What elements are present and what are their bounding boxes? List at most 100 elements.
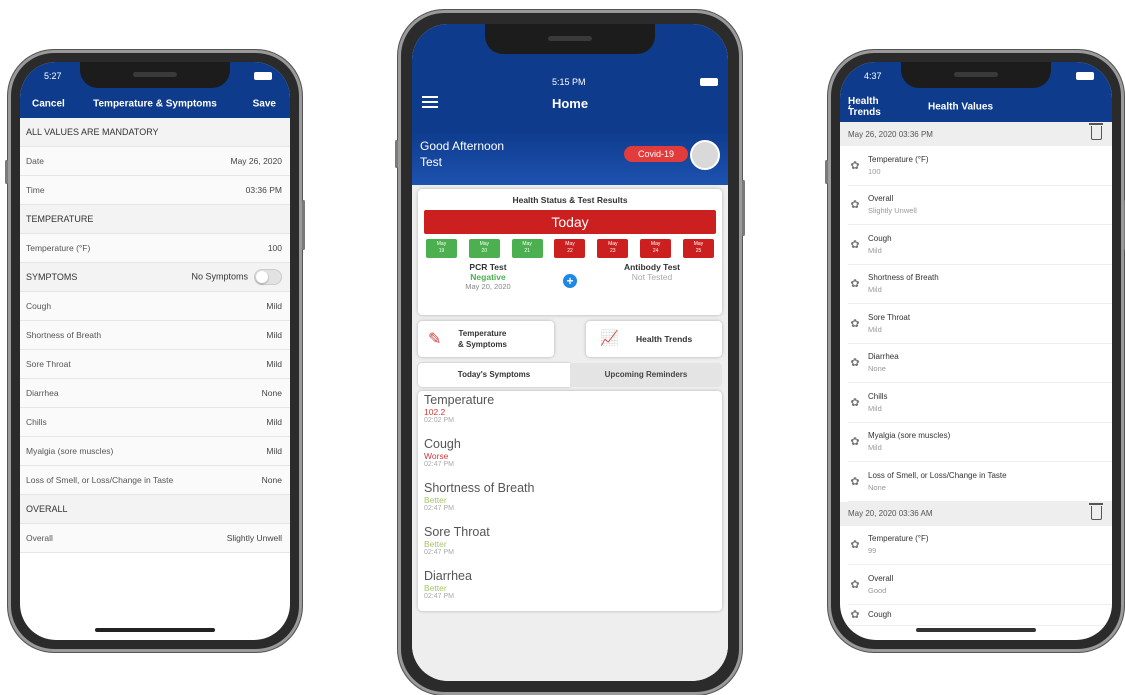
- screen: 5:27 Cancel Temperature & Symptoms Save …: [20, 62, 290, 640]
- list-item[interactable]: Temperature 102.2 02:02 PM: [424, 391, 722, 437]
- symptom-row[interactable]: Loss of Smell, or Loss/Change in Taste No…: [20, 466, 290, 495]
- battery-icon: [254, 72, 272, 80]
- battery-icon: [700, 78, 718, 86]
- list-item[interactable]: ✿ Chills Mild: [848, 383, 1112, 423]
- volume-button: [5, 160, 8, 184]
- tab-upcoming-reminders[interactable]: Upcoming Reminders: [570, 363, 722, 387]
- battery-icon: [1076, 72, 1094, 80]
- list-item[interactable]: Cough Worse 02:47 PM: [424, 437, 722, 481]
- temperature-section: TEMPERATURE: [20, 205, 290, 234]
- values-list: May 26, 2020 03:36 PM ✿ Temperature (°F) 1…: [840, 122, 1112, 626]
- list-item[interactable]: ✿ Cough Mild: [848, 225, 1112, 265]
- time-value: 03:36 PM: [245, 185, 282, 195]
- greeting-text: Good Afternoon: [420, 139, 505, 153]
- date-row[interactable]: Date May 26, 2020: [20, 147, 290, 176]
- card-title: Health Status & Test Results: [512, 195, 628, 205]
- overall-value: Slightly Unwell: [226, 533, 282, 543]
- list-item[interactable]: Shortness of Breath Better 02:47 PM: [424, 481, 722, 525]
- virus-icon: ✿: [850, 317, 860, 330]
- virus-icon: ✿: [850, 475, 860, 488]
- list-item[interactable]: ✿ Overall Good: [848, 565, 1112, 605]
- temperature-value: 100: [267, 243, 282, 253]
- symptom-row[interactable]: Myalgia (sore muscles) Mild: [20, 437, 290, 466]
- add-test-icon[interactable]: +: [563, 274, 577, 288]
- list-item[interactable]: Sore Throat Better 02:47 PM: [424, 525, 722, 569]
- date-chip[interactable]: May 22: [554, 239, 586, 258]
- virus-icon: ✿: [850, 539, 860, 552]
- virus-icon: ✿: [850, 609, 860, 621]
- health-trends-button[interactable]: 📈 Health Trends: [586, 321, 722, 357]
- status-time: 4:37: [864, 71, 882, 81]
- virus-icon: ✿: [850, 159, 860, 172]
- antibody-result: Not Tested: [631, 272, 673, 282]
- antibody-test[interactable]: Antibody Test Not Tested: [602, 262, 702, 282]
- volume-button: [825, 160, 828, 184]
- list-item[interactable]: Diarrhea Better 02:47 PM: [424, 569, 722, 611]
- list-item[interactable]: ✿ Cough: [848, 605, 1112, 626]
- pcr-date: May 20, 2020: [465, 282, 511, 291]
- phone-health-values: 4:37 ‹ Health Trends Health Values May 2…: [825, 50, 1125, 652]
- today-bar[interactable]: Today: [424, 210, 716, 234]
- pcr-result: Negative: [470, 272, 506, 282]
- greeting-banner: Good Afternoon Test Covid-19: [412, 130, 728, 185]
- form: ALL VALUES ARE MANDATORY Date May 26, 202…: [20, 118, 290, 553]
- list-item[interactable]: ✿ Temperature (°F) 100: [848, 146, 1112, 186]
- volume-button: [395, 140, 398, 168]
- trash-icon[interactable]: [1089, 123, 1103, 140]
- date-chip[interactable]: May 23: [597, 239, 629, 258]
- virus-icon: ✿: [850, 357, 860, 370]
- pcr-test[interactable]: PCR Test Negative May 20, 2020: [438, 262, 538, 291]
- list-item[interactable]: ✿ Temperature (°F) 99: [848, 526, 1112, 565]
- symptoms-section: SYMPTOMS No Symptoms: [20, 263, 290, 292]
- date-chip[interactable]: May 21: [511, 239, 543, 258]
- symptom-row[interactable]: Chills Mild: [20, 408, 290, 437]
- list-item[interactable]: ✿ Overall Slightly Unwell: [848, 186, 1112, 225]
- user-name: Test: [420, 155, 443, 169]
- status-time: 5:27: [44, 71, 62, 81]
- no-symptoms-toggle[interactable]: [254, 269, 282, 285]
- symptom-row[interactable]: Sore Throat Mild: [20, 350, 290, 379]
- time-row[interactable]: Time 03:36 PM: [20, 176, 290, 205]
- list-item[interactable]: ✿ Sore Throat Mild: [848, 304, 1112, 344]
- symptom-list: Temperature 102.2 02:02 PM Cough Worse 02:47…: [418, 391, 722, 611]
- power-button: [742, 180, 745, 236]
- notch: [901, 62, 1051, 88]
- trash-icon[interactable]: [1089, 502, 1103, 520]
- symptom-row[interactable]: Diarrhea None: [20, 379, 290, 408]
- screen: 4:37 ‹ Health Trends Health Values May 2…: [840, 62, 1112, 640]
- covid-badge[interactable]: Covid-19: [623, 146, 688, 162]
- symptom-row[interactable]: Shortness of Breath Mild: [20, 321, 290, 350]
- overall-section: OVERALL: [20, 495, 290, 524]
- notch: [80, 62, 230, 88]
- cancel-button[interactable]: Cancel: [32, 99, 65, 110]
- virus-icon: ✿: [850, 278, 860, 291]
- save-button[interactable]: Save: [253, 99, 276, 110]
- date-chip[interactable]: May 25: [682, 239, 714, 258]
- power-button: [302, 200, 305, 250]
- date-group-header: May 20, 2020 03:36 AM: [840, 501, 1112, 526]
- date-chip[interactable]: May 19: [426, 239, 457, 258]
- temperature-symptoms-button[interactable]: ✎ Temperature & Symptoms: [418, 321, 554, 357]
- chart-icon: 📈: [600, 330, 619, 347]
- page-title: Temperature & Symptoms: [93, 98, 217, 110]
- virus-icon: ✿: [850, 436, 860, 449]
- content: Health Status & Test Results Today May 19…: [412, 185, 728, 681]
- virus-icon: ✿: [850, 578, 860, 591]
- date-group-header: May 26, 2020 03:36 PM: [840, 122, 1112, 146]
- list-item[interactable]: ✿ Myalgia (sore muscles) Mild: [848, 423, 1112, 462]
- date-chip[interactable]: May 24: [640, 239, 672, 258]
- list-item[interactable]: ✿ Loss of Smell, or Loss/Change in Taste N…: [848, 462, 1112, 502]
- phone-home: 5:15 PM Home Good Afternoon Test Covid-1…: [395, 10, 745, 695]
- temperature-row[interactable]: Temperature (°F) 100: [20, 234, 290, 263]
- list-item[interactable]: ✿ Diarrhea None: [848, 344, 1112, 383]
- overall-row[interactable]: Overall Slightly Unwell: [20, 524, 290, 553]
- date-value: May 26, 2020: [230, 156, 282, 166]
- notch: [485, 24, 655, 54]
- symptom-row[interactable]: Cough Mild: [20, 292, 290, 321]
- date-chip[interactable]: May 20: [468, 239, 500, 258]
- pencil-icon: ✎: [428, 331, 442, 348]
- virus-icon: [690, 140, 720, 170]
- tab-todays-symptoms[interactable]: Today's Symptoms: [418, 363, 570, 387]
- screen: 5:15 PM Home Good Afternoon Test Covid-1…: [412, 24, 728, 681]
- list-item[interactable]: ✿ Shortness of Breath Mild: [848, 265, 1112, 304]
